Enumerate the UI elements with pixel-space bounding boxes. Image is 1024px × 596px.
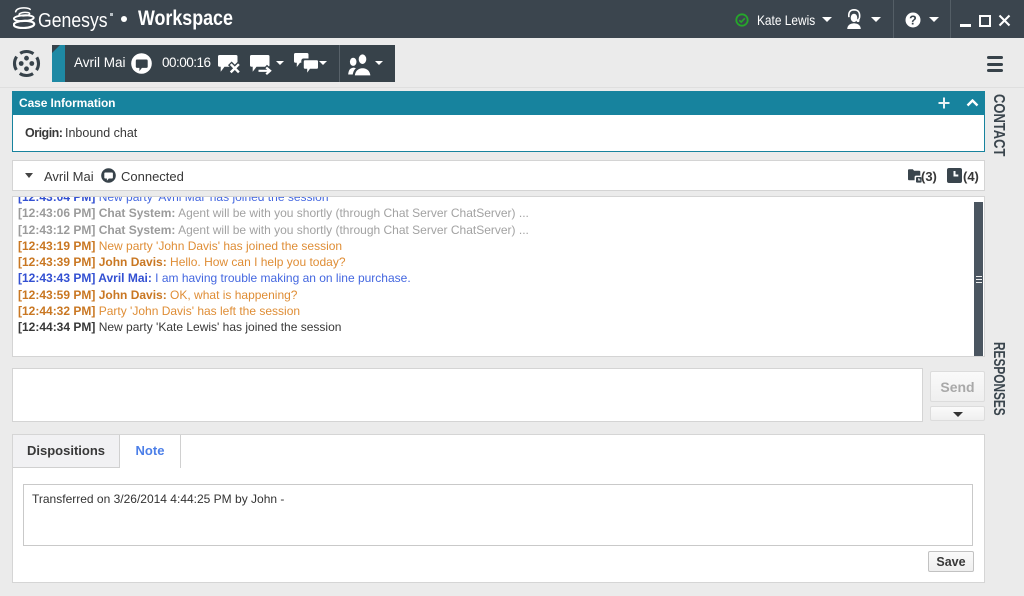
svg-text:?: ? [909,14,917,28]
